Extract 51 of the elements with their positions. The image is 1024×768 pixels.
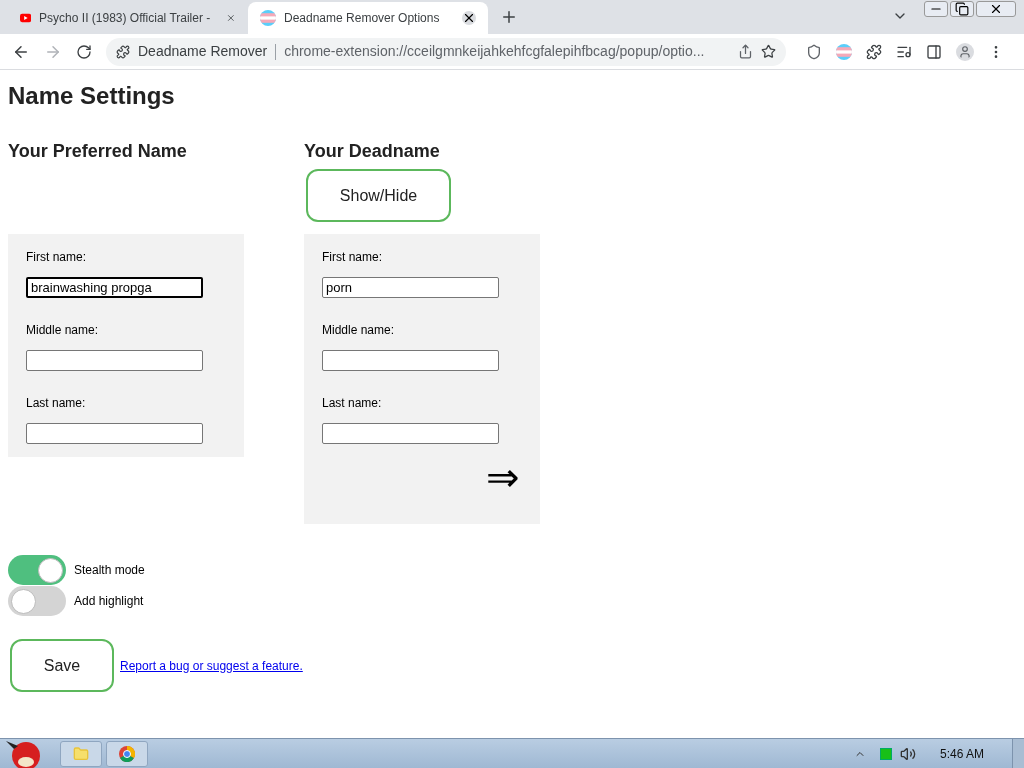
save-button[interactable]: Save [10, 639, 114, 692]
site-label: Deadname Remover [138, 42, 268, 61]
toggle-label: Add highlight [74, 593, 144, 610]
toggle-switch[interactable] [8, 555, 66, 585]
field-label: Middle name: [322, 322, 396, 339]
tab-title: Deadname Remover Options [284, 10, 440, 27]
puzzle-icon [116, 44, 130, 59]
new-tab-icon[interactable] [500, 8, 518, 26]
address-bar[interactable]: Deadname Remover chrome-extension://cceilgmnkeijahkehfcgfalepihfbcag/popup/optio... [106, 37, 786, 66]
minimize-icon[interactable] [924, 1, 948, 17]
browser-tab[interactable]: Psycho II (1983) Official Trailer - [8, 2, 248, 34]
close-icon[interactable] [462, 11, 476, 25]
star-icon[interactable] [761, 44, 776, 59]
profile-icon[interactable] [956, 42, 974, 61]
folder-icon [73, 745, 89, 762]
text-field[interactable]: porn [322, 277, 499, 298]
text-field[interactable] [322, 350, 499, 371]
restore-icon[interactable] [950, 1, 974, 17]
show-hide-button[interactable]: Show/Hide [306, 169, 451, 222]
close-window-icon[interactable] [976, 1, 1016, 17]
url-text: chrome-extension://cceilgmnkeijahkehfcgfalepihfbcag/popup/optio... [284, 42, 706, 61]
video-play-icon [20, 12, 32, 24]
toggle-switch[interactable] [8, 586, 66, 616]
text-field[interactable] [26, 350, 203, 371]
field-label: Middle name: [26, 322, 100, 339]
field-label: Last name: [322, 395, 383, 412]
browser-tab[interactable]: Deadname Remover Options [248, 2, 488, 34]
page-title: Name Settings [8, 82, 176, 110]
section-heading: Your Preferred Name [8, 140, 188, 163]
field-label: First name: [26, 249, 87, 266]
tab-title: Psycho II (1983) Official Trailer - [39, 10, 211, 27]
clock-text[interactable]: 5:46 AM [939, 744, 984, 763]
text-field[interactable] [26, 423, 203, 444]
shield-icon[interactable] [806, 43, 822, 60]
striped-circle-icon [260, 10, 276, 26]
text-field[interactable] [322, 423, 499, 444]
reload-icon[interactable] [76, 43, 92, 60]
section-heading: Your Deadname [304, 140, 441, 163]
toggle-label: Stealth mode [74, 562, 145, 579]
field-label: First name: [322, 249, 383, 266]
taskbar-button[interactable] [106, 740, 148, 767]
report-link[interactable]: Report a bug or suggest a feature. [120, 656, 303, 675]
share-icon[interactable] [738, 44, 753, 59]
text-field[interactable]: brainwashing propga [26, 277, 203, 298]
browser-logo-icon [119, 745, 135, 762]
arrow-button[interactable]: ⇒ [486, 457, 520, 497]
field-label: Last name: [26, 395, 87, 412]
side-panel-icon[interactable] [926, 43, 942, 60]
volume-icon[interactable] [899, 745, 916, 762]
extensions-icon[interactable] [866, 43, 882, 60]
striped-circle-icon [836, 43, 852, 60]
